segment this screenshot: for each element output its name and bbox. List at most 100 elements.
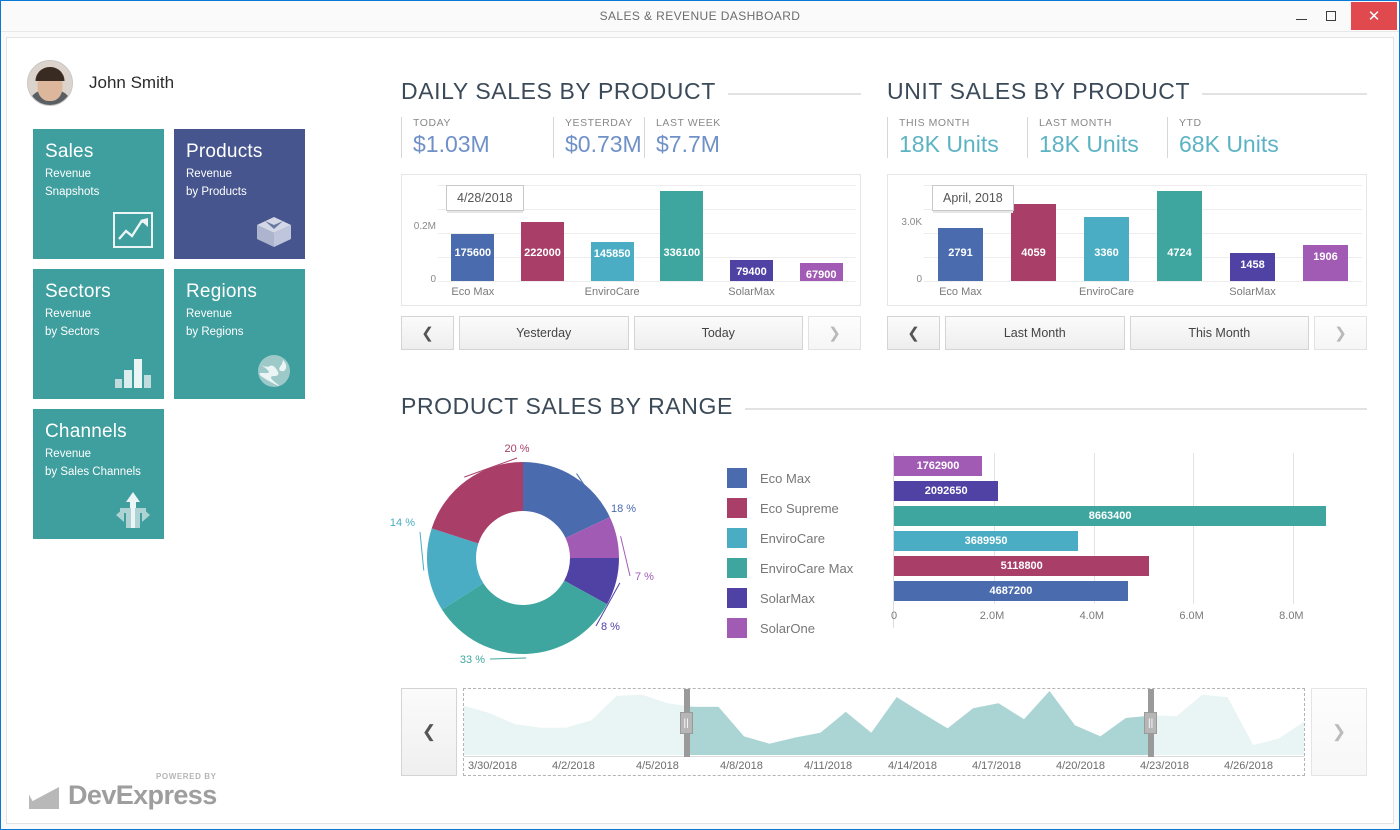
tile-title: Products (186, 140, 293, 164)
dashboard-window: SALES & REVENUE DASHBOARD ✕ John Smith S… (0, 0, 1400, 830)
y-axis-tick: 0 (402, 274, 436, 285)
unit-last-month-button[interactable]: Last Month (945, 316, 1125, 350)
kpi-last-month: LAST MONTH 18K Units (1027, 117, 1167, 158)
kpi-ytd: YTD 68K Units (1167, 117, 1307, 158)
bar-value-label: 79400 (730, 266, 773, 278)
bar[interactable]: 1906 (1303, 245, 1348, 281)
bar-value-label: 4724 (1157, 247, 1202, 259)
tile-subtitle-2: Snapshots (45, 184, 152, 200)
range-area-chart[interactable]: ||||3/30/20184/2/20184/5/20184/8/20184/1… (463, 688, 1305, 776)
sidebar-item-sales[interactable]: Sales Revenue Snapshots (33, 129, 164, 259)
legend-item[interactable]: Eco Max (727, 463, 853, 493)
thumb-grip-icon: || (1144, 712, 1157, 734)
close-button[interactable]: ✕ (1351, 2, 1397, 30)
kpi-yesterday: YESTERDAY $0.73M (553, 117, 644, 158)
kpi-label: LAST MONTH (1039, 117, 1167, 129)
bar[interactable]: 4724 (1157, 191, 1202, 281)
bar[interactable]: 222000 (521, 222, 564, 281)
devexpress-logo: POWERED BY DevExpress (29, 779, 217, 809)
daily-yesterday-button[interactable]: Yesterday (459, 316, 629, 350)
left-panel: John Smith Sales Revenue Snapshots Produ… (7, 38, 337, 823)
daily-nav: ❮ Yesterday Today ❯ (401, 316, 861, 350)
tile-subtitle-2: by Regions (186, 324, 293, 340)
bar[interactable]: 4687200 (894, 581, 1128, 601)
content-area: DAILY SALES BY PRODUCT TODAY $1.03M YEST… (337, 38, 1393, 823)
bar[interactable]: 67900 (800, 263, 843, 281)
bar[interactable]: 145850 (591, 242, 634, 281)
bar[interactable]: 8663400 (894, 506, 1326, 526)
maximize-button[interactable] (1316, 1, 1345, 31)
range-date-label: 4/23/2018 (1140, 760, 1189, 772)
bar[interactable]: 175600 (451, 234, 494, 281)
x-axis-category-label: SolarMax (717, 286, 787, 298)
range-thumb-right[interactable]: || (1148, 689, 1154, 757)
range-date-label: 4/20/2018 (1056, 760, 1105, 772)
kpi-this-month: THIS MONTH 18K Units (887, 117, 1027, 158)
legend-item[interactable]: SolarMax (727, 583, 853, 613)
y-axis-tick: 0 (888, 274, 922, 285)
donut-percent-label: 20 % (504, 443, 529, 455)
unit-this-month-button[interactable]: This Month (1130, 316, 1310, 350)
bar[interactable]: 4059 (1011, 204, 1056, 281)
donut-slice[interactable] (432, 462, 523, 543)
kpi-label: TODAY (413, 117, 553, 129)
bar[interactable]: 2791 (938, 228, 983, 281)
bar-value-label: 145850 (591, 248, 634, 260)
chart-date-badge[interactable]: 4/28/2018 (446, 185, 524, 211)
sidebar-item-sectors[interactable]: Sectors Revenue by Sectors (33, 269, 164, 399)
window-controls: ✕ (1287, 1, 1399, 31)
legend-item[interactable]: EnviroCare (727, 523, 853, 553)
sidebar-item-products[interactable]: Products Revenue by Products (174, 129, 305, 259)
bar[interactable]: 5118800 (894, 556, 1149, 576)
bar-value-label: 4687200 (894, 585, 1128, 597)
bar[interactable]: 1458 (1230, 253, 1275, 281)
chart-date-badge[interactable]: April, 2018 (932, 185, 1014, 211)
range-next-button[interactable]: ❯ (1311, 688, 1367, 776)
product-sales-horizontal-chart[interactable]: 02.0M4.0M6.0M8.0M17629002092650866340036… (893, 453, 1363, 628)
legend-item[interactable]: Eco Supreme (727, 493, 853, 523)
bar[interactable]: 1762900 (894, 456, 982, 476)
minimize-button[interactable] (1287, 1, 1316, 31)
box-icon (253, 209, 295, 251)
sidebar-item-regions[interactable]: Regions Revenue by Regions (174, 269, 305, 399)
daily-prev-button[interactable]: ❮ (401, 316, 454, 350)
legend-item[interactable]: SolarOne (727, 613, 853, 643)
gridline (924, 281, 1362, 282)
tile-title: Sectors (45, 280, 152, 304)
daily-today-button[interactable]: Today (634, 316, 804, 350)
daily-next-button[interactable]: ❯ (808, 316, 861, 350)
x-axis-category-label: Eco Max (924, 286, 997, 298)
window-title: SALES & REVENUE DASHBOARD (600, 9, 801, 23)
daily-sales-chart[interactable]: 00.2M1756002220001458503361007940067900E… (401, 174, 861, 306)
unit-nav: ❮ Last Month This Month ❯ (887, 316, 1367, 350)
range-date-label: 4/17/2018 (972, 760, 1021, 772)
donut-percent-label: 7 % (635, 571, 654, 583)
product-sales-donut[interactable]: 18 %7 %8 %33 %14 %20 % (401, 443, 701, 673)
legend-label: EnviroCare Max (760, 561, 853, 576)
range-thumb-left[interactable]: || (684, 689, 690, 757)
unit-next-button[interactable]: ❯ (1314, 316, 1367, 350)
bar[interactable]: 3360 (1084, 217, 1129, 281)
bar[interactable]: 2092650 (894, 481, 998, 501)
legend-item[interactable]: EnviroCare Max (727, 553, 853, 583)
range-date-label: 4/14/2018 (888, 760, 937, 772)
legend-label: Eco Supreme (760, 501, 839, 516)
range-prev-button[interactable]: ❮ (401, 688, 457, 776)
range-panel-header: PRODUCT SALES BY RANGE (401, 393, 1367, 420)
unit-sales-chart[interactable]: 03.0K279140593360472414581906Eco MaxEnvi… (887, 174, 1367, 306)
bar-value-label: 175600 (451, 247, 494, 259)
tile-subtitle-2: by Sectors (45, 324, 152, 340)
bar[interactable]: 336100 (660, 191, 703, 281)
legend-swatch (727, 588, 747, 608)
unit-prev-button[interactable]: ❮ (887, 316, 940, 350)
bar[interactable]: 79400 (730, 260, 773, 281)
range-date-label: 3/30/2018 (468, 760, 517, 772)
tile-title: Sales (45, 140, 152, 164)
line-chart-icon (112, 209, 154, 251)
bar[interactable]: 3689950 (894, 531, 1078, 551)
sidebar-item-channels[interactable]: Channels Revenue by Sales Channels (33, 409, 164, 539)
legend-swatch (727, 468, 747, 488)
kpi-label: YESTERDAY (565, 117, 644, 129)
daily-sales-panel: DAILY SALES BY PRODUCT TODAY $1.03M YEST… (401, 78, 861, 350)
bar-value-label: 222000 (521, 247, 564, 259)
